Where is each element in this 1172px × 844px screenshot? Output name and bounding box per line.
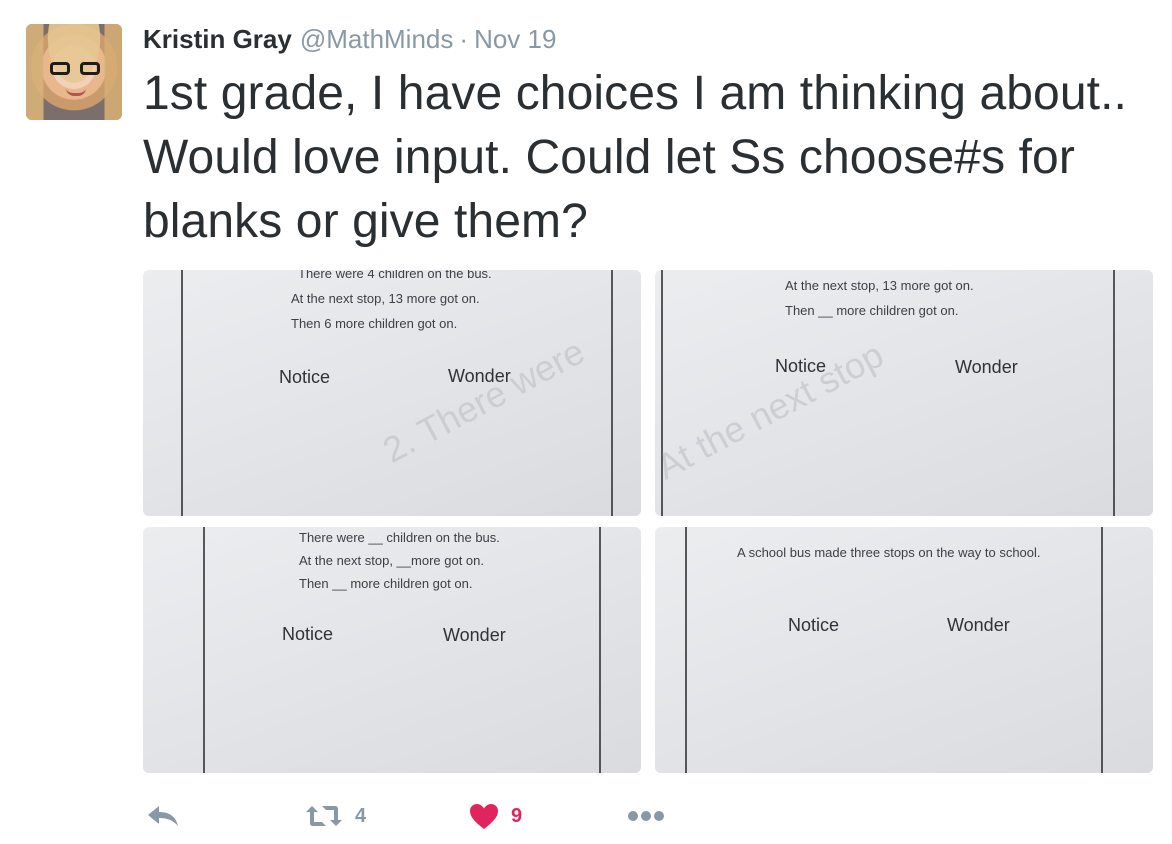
reply-button[interactable] xyxy=(147,796,179,836)
separator-dot: · xyxy=(459,24,469,54)
paper-edge xyxy=(1113,270,1115,516)
like-button[interactable]: 9 xyxy=(469,796,522,836)
paper-edge xyxy=(611,270,613,516)
like-count: 9 xyxy=(511,804,523,827)
notice-label: Notice xyxy=(775,356,827,376)
tweet-header: Kristin Gray @MathMinds · Nov 19 xyxy=(143,24,556,56)
tweet-photo-2[interactable]: At the next stop At the next stop, 13 mo… xyxy=(655,270,1153,516)
wonder-label: Wonder xyxy=(947,615,1010,635)
sheet-line: Then __ more children got on. xyxy=(299,576,473,591)
wonder-label: Wonder xyxy=(448,366,511,386)
paper-edge xyxy=(661,270,663,516)
paper-edge xyxy=(685,527,687,773)
wonder-label: Wonder xyxy=(443,625,506,645)
avatar[interactable] xyxy=(26,24,122,120)
sheet-line: At the next stop, __more got on. xyxy=(299,553,485,568)
notice-label: Notice xyxy=(279,367,331,387)
paper-edge xyxy=(1101,527,1103,773)
paper-edge xyxy=(203,527,205,773)
sheet-line: There were 4 children on the bus. xyxy=(298,270,492,281)
bleed-through: At the next stop xyxy=(655,333,890,488)
tweet-photo-1[interactable]: 2. There were There were 4 children on t… xyxy=(143,270,641,516)
sheet-line: At the next stop, 13 more got on. xyxy=(785,278,974,293)
sheet-line: A school bus made three stops on the way… xyxy=(737,545,1041,560)
retweet-icon xyxy=(306,806,342,826)
tweet-date[interactable]: Nov 19 xyxy=(474,24,556,55)
paper-edge xyxy=(181,270,183,516)
retweet-button[interactable]: 4 xyxy=(305,796,366,836)
author-name[interactable]: Kristin Gray xyxy=(143,24,292,55)
heart-icon xyxy=(470,803,498,829)
notice-label: Notice xyxy=(282,624,334,644)
sheet-line: Then 6 more children got on. xyxy=(291,316,458,331)
sheet-line: Then __ more children got on. xyxy=(785,303,959,318)
tweet-text: 1st grade, I have choices I am thinking … xyxy=(143,67,1127,248)
paper-edge xyxy=(599,527,601,773)
retweet-count: 4 xyxy=(355,804,367,827)
wonder-label: Wonder xyxy=(955,357,1018,377)
reply-icon xyxy=(148,806,178,826)
author-handle[interactable]: @MathMinds xyxy=(300,24,454,55)
notice-label: Notice xyxy=(788,615,840,635)
avatar-glasses xyxy=(50,62,100,76)
tweet-photo-3[interactable]: There were __ children on the bus. At th… xyxy=(143,527,641,773)
tweet-photo-4[interactable]: A school bus made three stops on the way… xyxy=(655,527,1153,773)
more-dots-icon xyxy=(628,811,664,821)
more-button[interactable] xyxy=(627,796,665,836)
sheet-line: At the next stop, 13 more got on. xyxy=(291,291,480,306)
bleed-through: 2. There were xyxy=(376,330,591,471)
tweet-actions: 4 9 xyxy=(143,796,703,836)
sheet-line: There were __ children on the bus. xyxy=(299,530,500,545)
